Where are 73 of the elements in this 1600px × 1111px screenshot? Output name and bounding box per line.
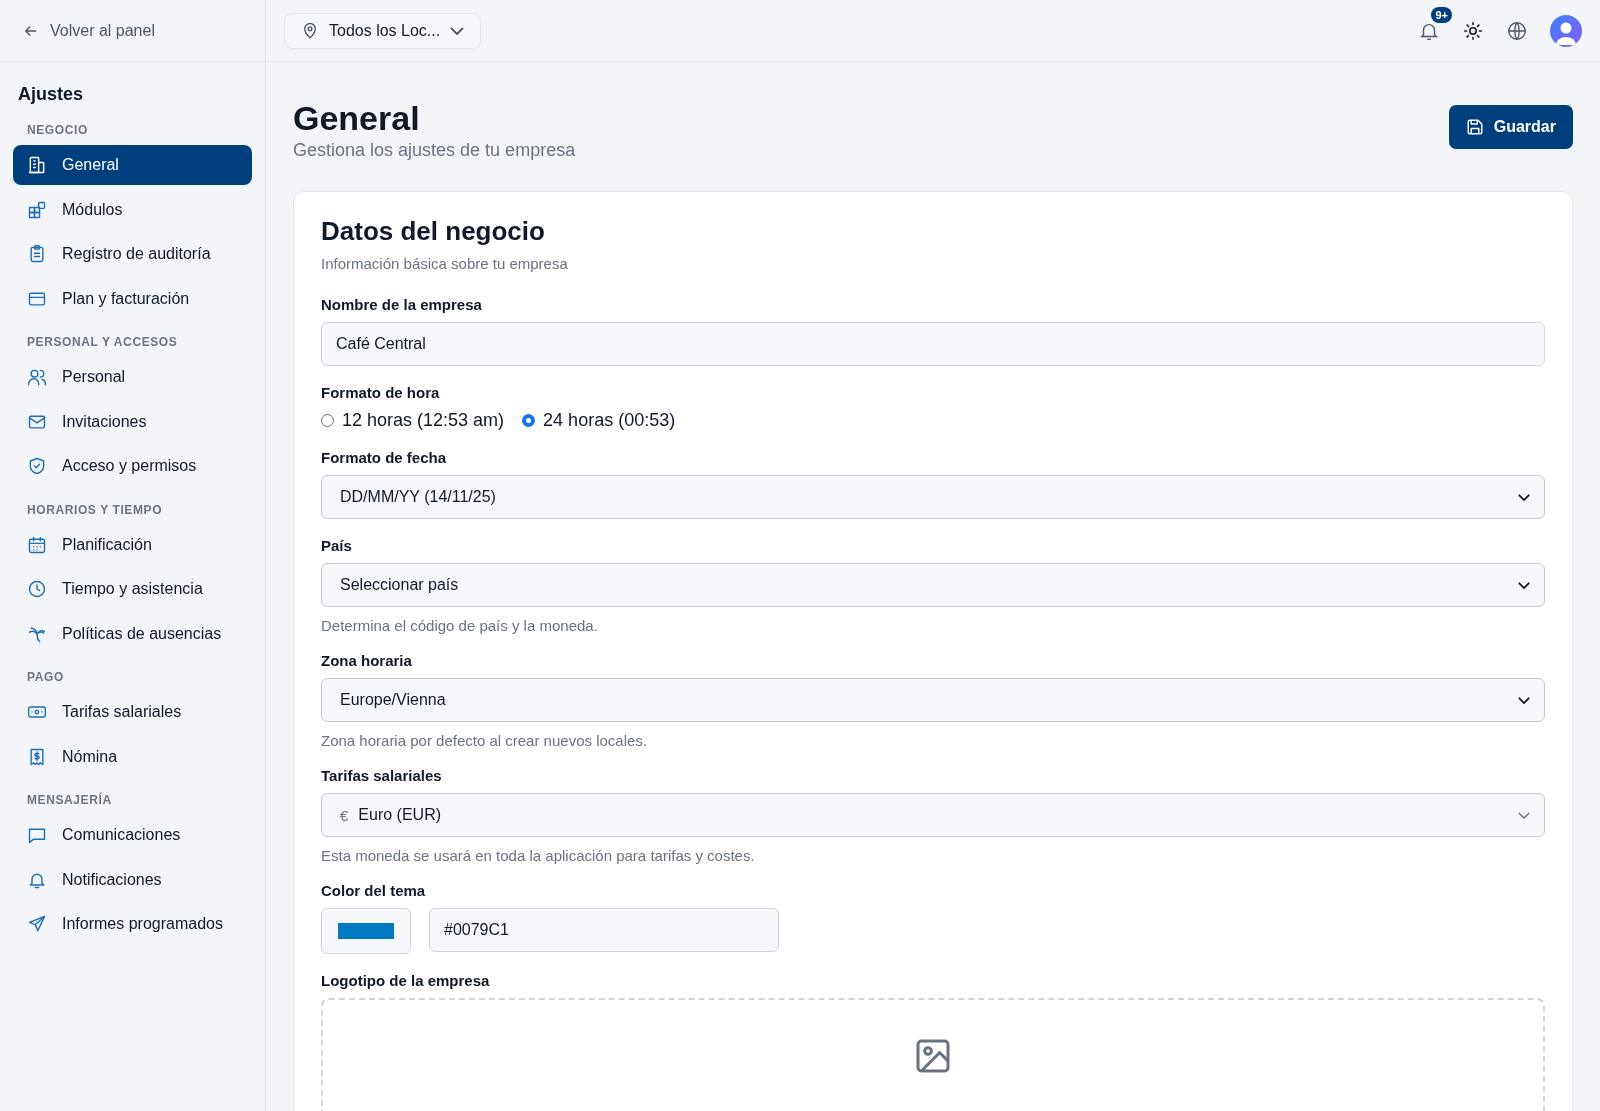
sidebar-item[interactable]: Plan y facturación bbox=[13, 278, 252, 319]
field-label: Formato de hora bbox=[321, 384, 441, 401]
receipt-icon bbox=[27, 746, 47, 767]
select-field[interactable]: Europe/Vienna bbox=[321, 678, 1545, 722]
section-heading: PAGO bbox=[27, 670, 65, 684]
currency-symbol: € bbox=[340, 806, 349, 824]
notification-badge: 9+ bbox=[1431, 6, 1452, 23]
chevron-down-icon bbox=[1518, 493, 1530, 501]
select-value: Euro (EUR) bbox=[358, 806, 442, 824]
blocks-icon bbox=[27, 199, 47, 220]
field-label: Zona horaria bbox=[321, 652, 413, 669]
radio-button[interactable] bbox=[321, 414, 334, 427]
sidebar-item[interactable]: Tarifas salariales bbox=[13, 692, 252, 732]
sidebar-item[interactable]: Invitaciones bbox=[13, 401, 252, 442]
help-text: Determina el código de país y la moneda. bbox=[321, 617, 599, 634]
field-label: Color del tema bbox=[321, 882, 427, 899]
map-pin-icon bbox=[301, 21, 319, 40]
field-label: País bbox=[321, 537, 353, 554]
chevron-down-icon bbox=[450, 26, 465, 35]
text-field[interactable]: Café Central bbox=[321, 322, 1545, 366]
select-field[interactable]: Seleccionar país bbox=[321, 563, 1545, 607]
field-label: Tarifas salariales bbox=[321, 767, 443, 784]
section-heading: PERSONAL Y ACCESOS bbox=[27, 335, 179, 349]
sidebar-item[interactable]: General bbox=[13, 145, 252, 185]
sidebar-item[interactable]: Informes programados bbox=[13, 904, 252, 944]
select-field[interactable]: € Euro (EUR) bbox=[321, 793, 1545, 837]
calendar-icon bbox=[27, 534, 47, 555]
sidebar-item[interactable]: Comunicaciones bbox=[13, 815, 252, 855]
clock-icon bbox=[27, 579, 47, 599]
select-field[interactable]: DD/MM/YY (14/11/25) bbox=[321, 475, 1545, 519]
sidebar-item[interactable]: Planificación bbox=[13, 524, 252, 565]
field-label: Nombre de la empresa bbox=[321, 296, 483, 313]
help-text: Esta moneda se usará en toda la aplicación para tarifas y costes. bbox=[321, 847, 756, 864]
card-title: Datos del negocio bbox=[321, 216, 546, 247]
card-subtitle: Información básica sobre tu empresa bbox=[321, 255, 569, 272]
sidebar-item[interactable]: Nómina bbox=[13, 736, 252, 777]
section-heading: MENSAJERÍA bbox=[27, 793, 113, 807]
location-selector[interactable]: Todos los Loc... bbox=[284, 12, 482, 49]
help-text: Zona horaria por defecto al crear nuevos locales. bbox=[321, 732, 648, 749]
radio-option[interactable]: 12 horas (12:53 am) bbox=[321, 410, 505, 431]
send-icon bbox=[27, 914, 47, 934]
chevron-down-icon bbox=[1518, 581, 1530, 589]
section-heading: NEGOCIO bbox=[27, 123, 89, 137]
shield-icon bbox=[27, 456, 47, 476]
field-label: Formato de fecha bbox=[321, 449, 448, 466]
page-title: General bbox=[293, 98, 421, 138]
sidebar-item[interactable]: Módulos bbox=[13, 189, 252, 230]
radio-option[interactable]: 24 horas (00:53) bbox=[522, 410, 676, 431]
theme-toggle-icon[interactable] bbox=[1462, 19, 1484, 42]
field-label: Logotipo de la empresa bbox=[321, 972, 491, 989]
chat-icon bbox=[27, 825, 47, 845]
chevron-down-icon bbox=[1518, 696, 1530, 704]
sidebar-title: Ajustes bbox=[18, 83, 85, 106]
sidebar-item[interactable]: Tiempo y asistencia bbox=[13, 569, 252, 609]
color-picker[interactable] bbox=[321, 908, 411, 954]
globe-icon[interactable] bbox=[1506, 19, 1528, 42]
building-icon bbox=[27, 155, 47, 175]
clipboard-icon bbox=[27, 244, 47, 264]
save-icon bbox=[1465, 118, 1484, 136]
chevron-down-icon bbox=[1518, 811, 1530, 819]
sidebar-item[interactable]: Acceso y permisos bbox=[13, 446, 252, 486]
page-subtitle: Gestiona los ajustes de tu empresa bbox=[293, 140, 576, 161]
color-hex-field[interactable]: #0079C1 bbox=[429, 908, 779, 952]
save-button[interactable]: Guardar bbox=[1448, 105, 1573, 149]
sidebar-item[interactable]: Notificaciones bbox=[13, 859, 252, 900]
back-link[interactable]: Volver al panel bbox=[22, 21, 155, 40]
sidebar-item[interactable]: Registro de auditoría bbox=[13, 234, 252, 274]
sidebar-item[interactable]: Políticas de ausencias bbox=[13, 613, 252, 654]
radio-button[interactable] bbox=[522, 414, 536, 427]
users-icon bbox=[27, 367, 47, 387]
section-heading: HORARIOS Y TIEMPO bbox=[27, 502, 164, 517]
user-avatar[interactable] bbox=[1550, 14, 1582, 47]
sidebar-item[interactable]: Personal bbox=[13, 357, 252, 397]
